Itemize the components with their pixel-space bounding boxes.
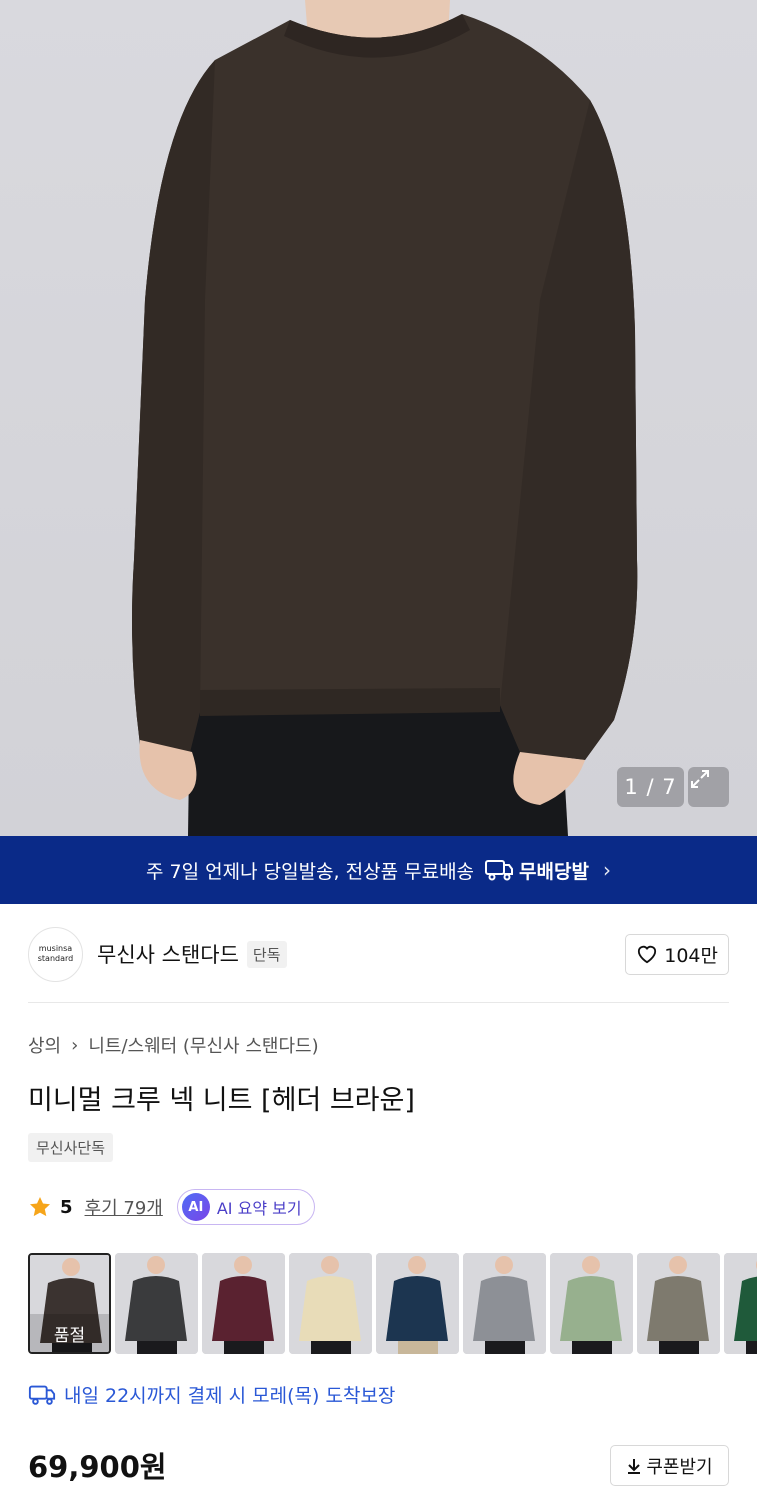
color-swatch[interactable] <box>202 1253 285 1354</box>
download-icon <box>628 1458 641 1474</box>
swatch-thumbnail <box>115 1253 198 1354</box>
swatch-thumbnail <box>202 1253 285 1354</box>
product-title: 미니멀 크루 넥 니트 [헤더 브라운] <box>28 1085 415 1116</box>
swatch-thumbnail <box>550 1253 633 1354</box>
ai-summary-button[interactable]: AI AI 요약 보기 <box>176 1189 315 1225</box>
color-swatch[interactable] <box>376 1253 459 1354</box>
brand-logo[interactable]: musinsa standard <box>28 926 83 982</box>
exclusive-tag: 단독 <box>246 940 287 968</box>
swatch-thumbnail <box>637 1253 720 1354</box>
swatch-thumbnail <box>724 1253 757 1354</box>
truck-icon <box>28 1385 56 1405</box>
color-swatch[interactable] <box>724 1253 757 1354</box>
price: 69,900원 <box>28 1450 167 1484</box>
truck-icon <box>485 860 514 881</box>
swatch-thumbnail <box>289 1253 372 1354</box>
soldout-label: 품절 <box>30 1314 109 1352</box>
delivery-guarantee[interactable]: 내일 22시까지 결제 시 모레(목) 도착보장 <box>28 1381 395 1408</box>
breadcrumb-level1[interactable]: 상의 <box>28 1032 61 1058</box>
color-swatch[interactable] <box>115 1253 198 1354</box>
logo-line2: standard <box>37 954 74 963</box>
chevron-right-icon: › <box>602 858 611 882</box>
shipping-banner[interactable]: 주 7일 언제나 당일발송, 전상품 무료배송 무배당발 › <box>0 836 757 904</box>
ai-summary-label: AI 요약 보기 <box>216 1199 302 1218</box>
color-swatch[interactable] <box>463 1253 546 1354</box>
swatch-thumbnail <box>463 1253 546 1354</box>
rating-row: 5 후기 79개 AI AI 요약 보기 <box>28 1188 315 1226</box>
badge-label: 무배당발 <box>519 860 589 883</box>
delivery-text: 내일 22시까지 결제 시 모레(목) 도착보장 <box>64 1385 396 1407</box>
color-swatch[interactable] <box>289 1253 372 1354</box>
ai-icon: AI <box>181 1193 210 1221</box>
sweater-photo <box>132 0 638 836</box>
rating-score: 5 <box>60 1196 73 1218</box>
color-swatch[interactable] <box>550 1253 633 1354</box>
product-image[interactable]: 1 / 7 <box>0 0 757 836</box>
image-counter: 1 / 7 <box>617 767 684 807</box>
breadcrumb: 상의 › 니트/스웨터 (무신사 스탠다드) <box>28 1032 319 1058</box>
free-delivery-badge: 무배당발 <box>484 857 589 884</box>
reviews-link[interactable]: 후기 79개 <box>85 1194 163 1220</box>
chevron-right-icon: › <box>71 1034 79 1056</box>
color-swatch[interactable]: 품절 <box>28 1253 111 1354</box>
color-swatch-list: 품절 <box>28 1253 757 1354</box>
swatch-thumbnail <box>376 1253 459 1354</box>
color-swatch[interactable] <box>637 1253 720 1354</box>
star-icon <box>30 1197 50 1217</box>
heart-icon <box>638 945 657 964</box>
divider <box>28 1002 729 1003</box>
banner-text: 주 7일 언제나 당일발송, 전상품 무료배송 <box>146 860 475 883</box>
coupon-label: 쿠폰받기 <box>646 1456 713 1478</box>
logo-line1: musinsa <box>38 944 73 953</box>
brand-name[interactable]: 무신사 스탠다드 <box>97 939 239 969</box>
coupon-button[interactable]: 쿠폰받기 <box>610 1445 729 1486</box>
exclusive-badge: 무신사단독 <box>28 1133 114 1162</box>
breadcrumb-level2[interactable]: 니트/스웨터 (무신사 스탠다드) <box>88 1032 318 1058</box>
like-button[interactable]: 104만 <box>625 933 729 975</box>
like-count: 104만 <box>664 944 718 967</box>
expand-icon[interactable] <box>688 767 729 807</box>
brand-row: musinsa standard 무신사 스탠다드 단독 104만 <box>28 926 729 982</box>
